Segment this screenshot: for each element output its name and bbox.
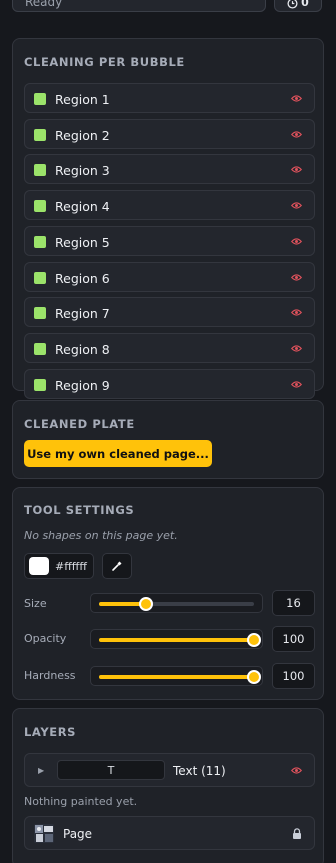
history-count: 0 xyxy=(301,0,309,9)
eye-icon[interactable] xyxy=(291,201,302,210)
region-label: Region 7 xyxy=(55,306,110,322)
size-slider[interactable] xyxy=(90,593,263,613)
region-color-swatch[interactable] xyxy=(34,93,46,105)
region-label: Region 3 xyxy=(55,163,110,179)
page-layer-row[interactable]: Page xyxy=(24,816,315,850)
eyedropper-icon xyxy=(112,561,122,571)
eye-icon[interactable] xyxy=(291,94,302,103)
lock-icon xyxy=(293,828,301,839)
eye-icon[interactable] xyxy=(291,380,302,389)
region-color-swatch[interactable] xyxy=(34,200,46,213)
color-picker[interactable]: #ffffff xyxy=(24,553,94,579)
page-thumbnail xyxy=(34,824,54,843)
region-row[interactable]: Region 8 xyxy=(24,332,315,363)
eye-icon[interactable] xyxy=(291,344,302,353)
nothing-painted-text: Nothing painted yet. xyxy=(24,795,138,808)
eye-icon[interactable] xyxy=(291,273,302,282)
layers-panel: LAYERS ▶ T Text (11) Nothing painted yet… xyxy=(12,708,324,863)
region-color-swatch[interactable] xyxy=(34,378,46,391)
size-value-input[interactable]: 16 xyxy=(272,590,315,616)
no-shapes-text: No shapes on this page yet. xyxy=(24,529,178,542)
tool-settings-title: TOOL SETTINGS xyxy=(24,503,135,517)
clock-icon xyxy=(287,0,298,9)
text-layer-row[interactable]: ▶ T Text (11) xyxy=(24,753,315,787)
hardness-value-input[interactable]: 100 xyxy=(272,663,315,689)
status-field: Ready xyxy=(12,0,266,12)
cleaning-panel: CLEANING PER BUBBLE Region 1 Region 2 Regi… xyxy=(12,38,324,399)
top-bar: Ready 0 xyxy=(0,0,336,22)
region-label: Region 6 xyxy=(55,270,110,286)
region-row[interactable]: Region 7 xyxy=(24,297,315,328)
region-color-swatch[interactable] xyxy=(34,128,46,141)
region-list[interactable]: Region 1 Region 2 Region 3 Region 4 Region 5… xyxy=(24,83,315,423)
expand-caret-icon[interactable]: ▶ xyxy=(38,766,44,775)
region-row[interactable]: Region 1 xyxy=(24,83,315,113)
color-swatch xyxy=(29,557,49,575)
region-color-swatch[interactable] xyxy=(34,307,46,320)
region-color-swatch[interactable] xyxy=(34,271,46,284)
region-row[interactable]: Region 6 xyxy=(24,261,315,292)
hardness-label: Hardness xyxy=(24,669,76,682)
eye-icon[interactable] xyxy=(291,130,302,139)
history-button[interactable]: 0 xyxy=(274,0,322,12)
text-layer-preview: T xyxy=(57,760,165,780)
opacity-label: Opacity xyxy=(24,632,67,645)
cleaning-panel-title: CLEANING PER BUBBLE xyxy=(24,55,185,69)
region-row[interactable]: Region 5 xyxy=(24,225,315,256)
region-label: Region 8 xyxy=(55,341,110,357)
cleaned-plate-panel: CLEANED PLATE Use my own cleaned page... xyxy=(12,400,324,479)
size-slider-thumb[interactable] xyxy=(138,597,153,611)
page-layer-label: Page xyxy=(63,827,93,841)
region-label: Region 5 xyxy=(55,234,110,250)
region-color-swatch[interactable] xyxy=(34,164,46,177)
cleaned-plate-title: CLEANED PLATE xyxy=(24,417,135,431)
opacity-slider-thumb[interactable] xyxy=(247,633,261,647)
region-color-swatch[interactable] xyxy=(34,235,46,248)
region-row[interactable]: Region 3 xyxy=(24,154,315,185)
region-label: Region 2 xyxy=(55,127,110,143)
hardness-slider-thumb[interactable] xyxy=(247,670,261,684)
eye-icon[interactable] xyxy=(291,308,302,317)
status-text: Ready xyxy=(25,0,63,9)
tool-settings-panel: TOOL SETTINGS No shapes on this page yet… xyxy=(12,487,324,700)
opacity-slider[interactable] xyxy=(90,629,263,649)
hardness-slider[interactable] xyxy=(90,666,263,686)
layers-title: LAYERS xyxy=(24,725,77,739)
eyedropper-button[interactable] xyxy=(102,553,132,579)
region-color-swatch[interactable] xyxy=(34,342,46,355)
opacity-value-input[interactable]: 100 xyxy=(272,626,315,652)
region-label: Region 1 xyxy=(55,92,110,107)
use-own-cleaned-page-button[interactable]: Use my own cleaned page... xyxy=(24,440,212,467)
text-layer-label: Text (11) xyxy=(173,764,226,778)
eye-icon[interactable] xyxy=(291,237,302,246)
region-label: Region 4 xyxy=(55,199,110,215)
size-label: Size xyxy=(24,597,47,610)
eye-icon[interactable] xyxy=(291,165,302,174)
region-label: Region 9 xyxy=(55,377,110,393)
region-row[interactable]: Region 4 xyxy=(24,190,315,221)
region-row[interactable]: Region 9 xyxy=(24,368,315,399)
region-row[interactable]: Region 2 xyxy=(24,118,315,149)
color-hex-value: #ffffff xyxy=(55,560,87,573)
eye-icon[interactable] xyxy=(291,766,302,775)
